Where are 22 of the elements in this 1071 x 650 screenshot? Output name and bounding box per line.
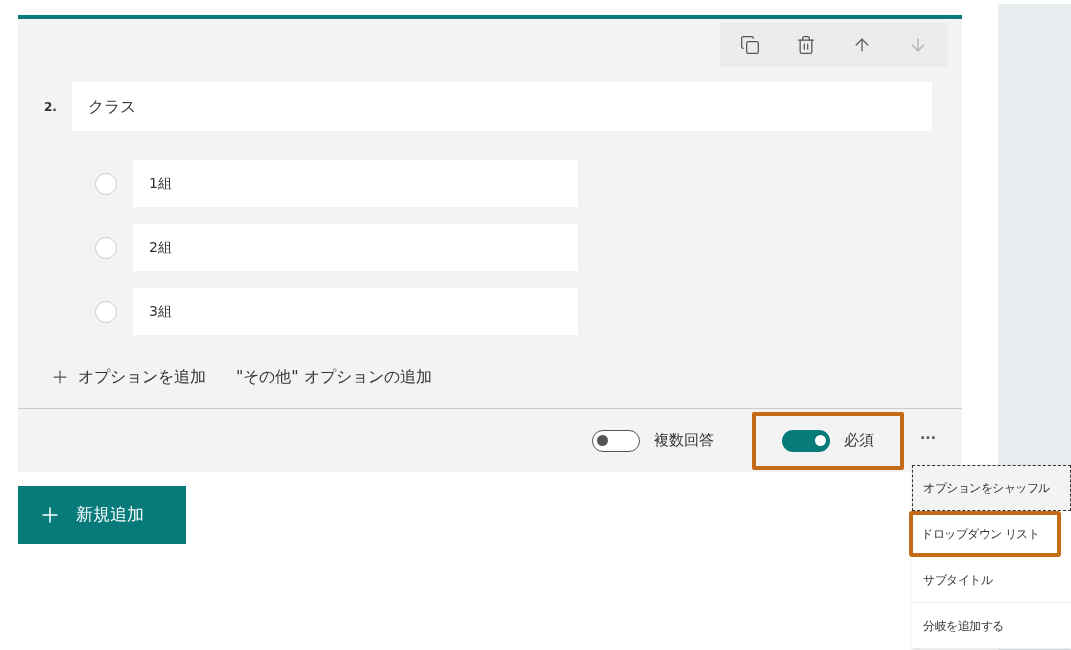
add-other-option-link[interactable]: "その他" オプションの追加 xyxy=(236,365,432,389)
menu-item[interactable]: サブタイトル xyxy=(912,557,1071,603)
new-button[interactable]: 新規追加 xyxy=(18,486,186,544)
more-button[interactable]: ... xyxy=(920,424,936,445)
option-field[interactable]: 2組 xyxy=(133,224,578,271)
radio-button[interactable] xyxy=(95,236,117,259)
add-option-button[interactable]: オプションを追加 xyxy=(50,365,206,389)
toggle-label: 必須 xyxy=(844,430,875,452)
copy-icon[interactable] xyxy=(740,35,760,55)
toggle-switch[interactable] xyxy=(592,429,641,452)
option-field[interactable]: 1組 xyxy=(133,160,578,207)
question-number: 2. xyxy=(44,98,58,116)
menu-item[interactable]: ドロップダウン リスト xyxy=(909,511,1061,557)
radio-button[interactable] xyxy=(95,300,117,323)
option-field[interactable]: 3組 xyxy=(133,288,578,335)
question-title-field[interactable]: クラス xyxy=(72,82,932,131)
toggle-switch[interactable] xyxy=(782,429,831,452)
menu-item[interactable]: 分岐を追加する xyxy=(912,603,1071,649)
radio-button[interactable] xyxy=(95,172,117,195)
menu-item[interactable]: オプションをシャッフル xyxy=(912,465,1071,511)
toggle-label: 複数回答 xyxy=(654,430,715,452)
trash-icon[interactable] xyxy=(796,35,816,55)
